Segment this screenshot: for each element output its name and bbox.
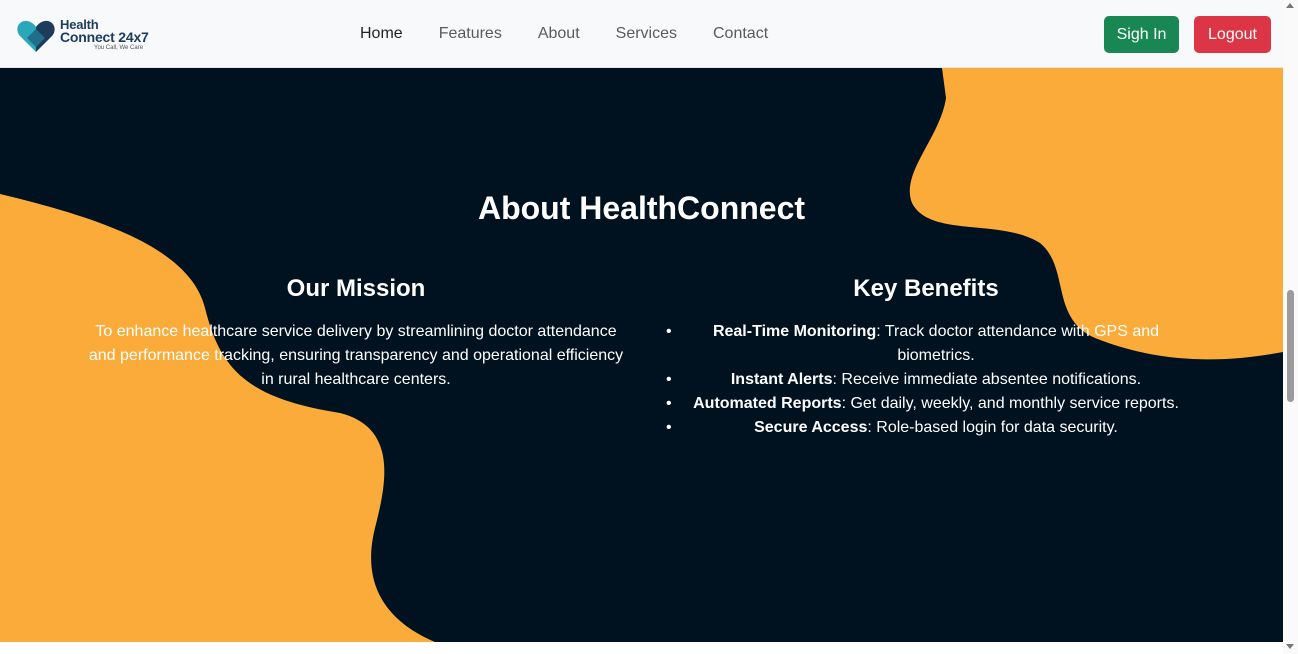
navbar: Health Connect 24x7 You Call, We Care Ho…: [0, 0, 1283, 68]
vertical-scrollbar[interactable]: [1283, 0, 1298, 654]
benefit-title: Secure Access: [754, 419, 868, 436]
benefit-title: Automated Reports: [693, 395, 842, 412]
section-title: About HealthConnect: [477, 190, 806, 226]
logout-button[interactable]: Logout: [1194, 16, 1271, 53]
nav-link-services[interactable]: Services: [598, 22, 695, 46]
benefit-desc: : Get daily, weekly, and monthly service…: [841, 395, 1179, 412]
about-section: About HealthConnect Our Mission To enhan…: [0, 68, 1283, 642]
benefit-title: Instant Alerts: [730, 371, 833, 388]
mission-text: To enhance healthcare service delivery b…: [88, 323, 624, 388]
nav-link-features[interactable]: Features: [421, 22, 520, 46]
benefit-desc: : Role-based login for data security.: [867, 419, 1118, 436]
nav-links: Home Features About Services Contact: [342, 22, 786, 46]
brand-logo[interactable]: Health Connect 24x7 You Call, We Care: [16, 16, 166, 56]
benefit-item: Secure Access: Role-based login for data…: [666, 416, 1186, 440]
benefit-desc: : Receive immediate absentee notificatio…: [832, 371, 1142, 388]
nav-link-home[interactable]: Home: [342, 22, 421, 46]
brand-name: Health Connect 24x7: [60, 18, 149, 44]
benefit-item: Instant Alerts: Receive immediate absent…: [666, 368, 1186, 392]
sign-in-button[interactable]: Sigh In: [1104, 16, 1179, 53]
benefits-list: Real-Time Monitoring: Track doctor atten…: [666, 320, 1186, 440]
page-bottom: [0, 642, 1283, 654]
benefit-desc: : Track doctor attendance with GPS and b…: [876, 323, 1160, 364]
benefit-item: Real-Time Monitoring: Track doctor atten…: [666, 320, 1186, 368]
heart-logo-icon: [17, 20, 55, 52]
scroll-up-icon[interactable]: [1286, 3, 1294, 8]
scrollbar-thumb[interactable]: [1287, 290, 1294, 402]
brand-name-line2: Connect 24x7: [60, 29, 149, 45]
benefits-heading: Key Benefits: [853, 275, 999, 302]
nav-link-contact[interactable]: Contact: [695, 22, 786, 46]
mission-heading: Our Mission: [286, 275, 426, 302]
benefit-item: Automated Reports: Get daily, weekly, an…: [666, 392, 1186, 416]
brand-tagline: You Call, We Care: [94, 45, 144, 51]
nav-link-about[interactable]: About: [520, 22, 598, 46]
scroll-down-icon[interactable]: [1286, 644, 1294, 649]
benefit-title: Real-Time Monitoring: [712, 323, 877, 340]
